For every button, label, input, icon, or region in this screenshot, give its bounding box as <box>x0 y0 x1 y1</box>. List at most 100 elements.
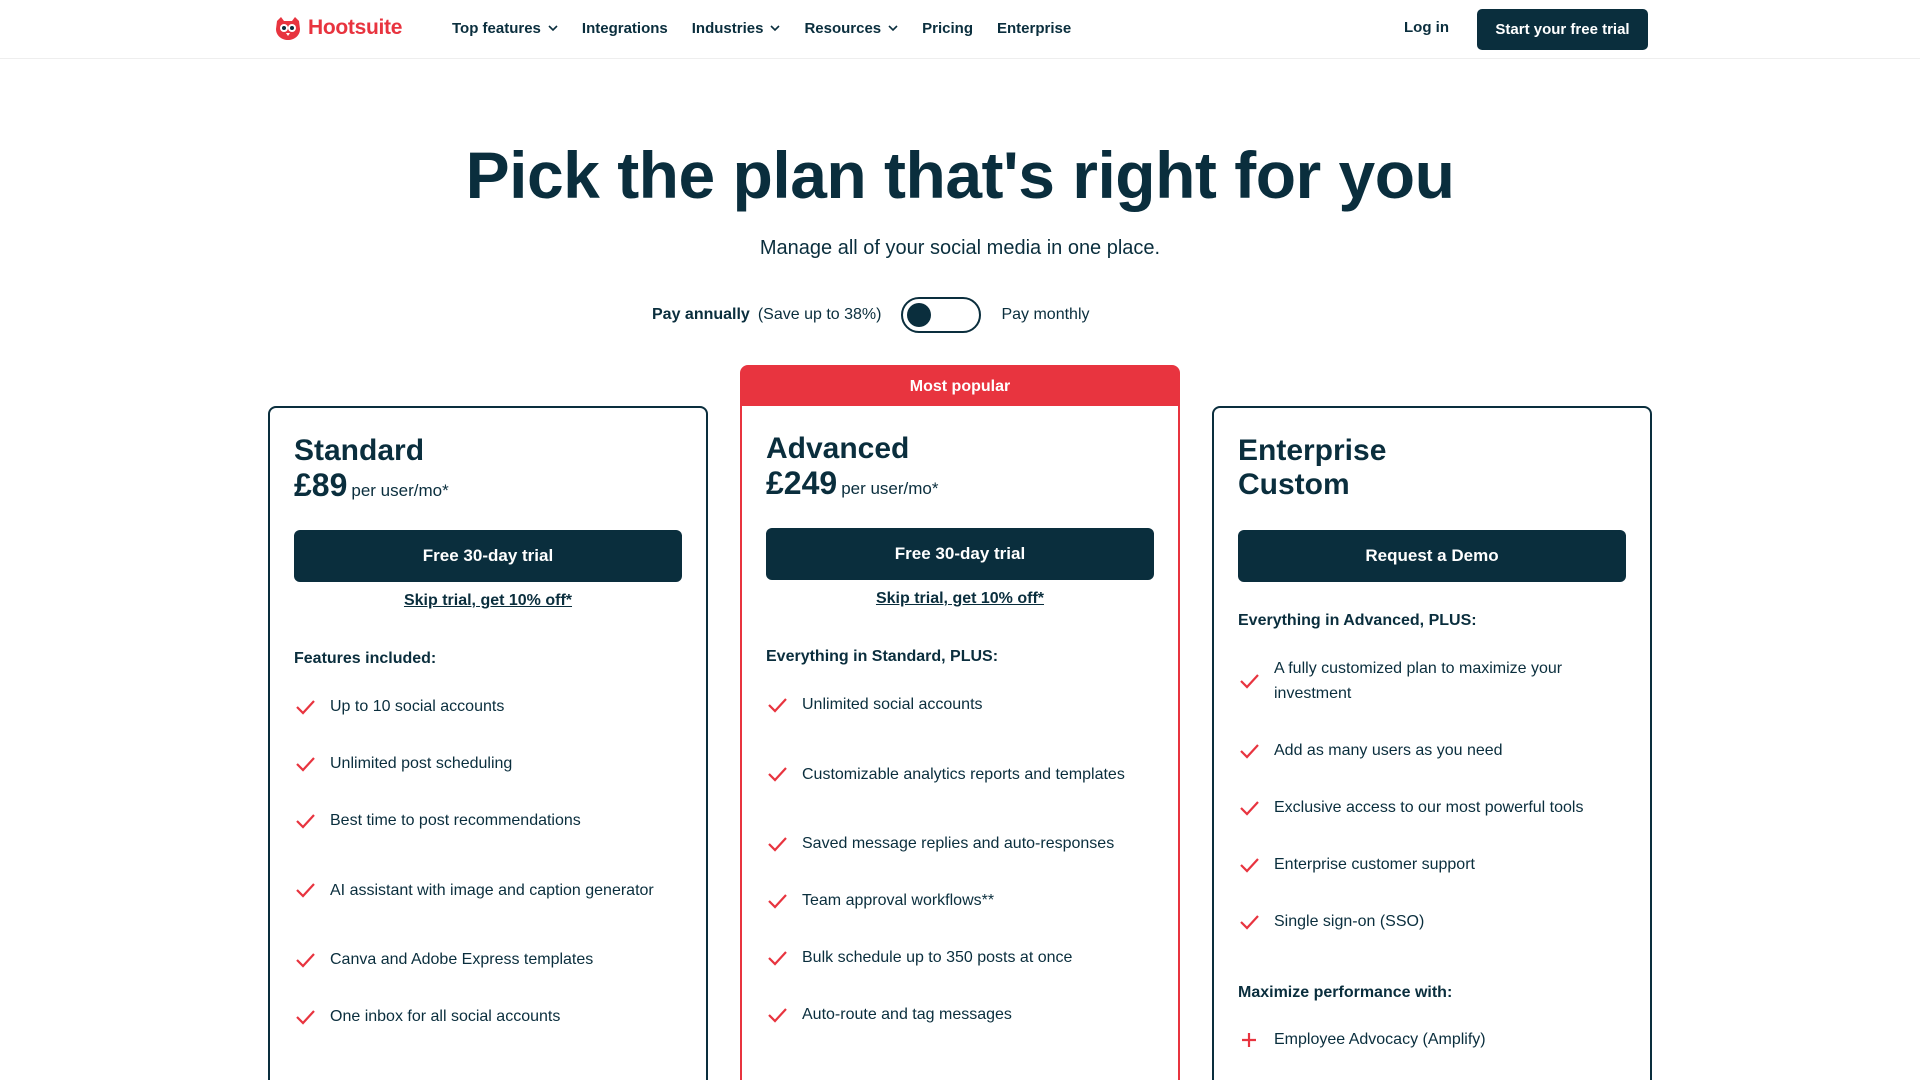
list-item: Bulk schedule up to 350 posts at once <box>766 945 1158 970</box>
addon-text: Employee Advocacy (Amplify) <box>1274 1031 1486 1048</box>
billing-toggle-row: Pay annually (Save up to 38%) Pay monthl… <box>652 297 1090 333</box>
plan-name: Enterprise <box>1238 434 1387 467</box>
features-heading: Features included: <box>294 650 437 667</box>
check-icon <box>1240 743 1259 759</box>
feature-text: Add as many users as you need <box>1274 742 1503 759</box>
free-trial-button[interactable]: Free 30-day trial <box>294 530 682 582</box>
skip-trial-link[interactable]: Skip trial, get 10% off* <box>270 592 706 610</box>
list-item: Add as many users as you need <box>1238 738 1630 763</box>
pay-annually-label[interactable]: Pay annually <box>652 306 750 324</box>
plan-name: Standard <box>294 434 425 467</box>
list-item: Single sign-on (SSO) <box>1238 909 1630 934</box>
check-icon <box>1240 857 1259 873</box>
check-icon <box>1240 914 1259 930</box>
owl-logo-icon <box>276 17 300 40</box>
feature-text: Exclusive access to our most powerful to… <box>1274 799 1584 816</box>
check-icon <box>1240 674 1259 689</box>
price-row: £89 per user/mo* <box>294 468 682 502</box>
page-subtitle: Manage all of your social media in one p… <box>759 237 1161 259</box>
feature-text: Unlimited post scheduling <box>330 755 513 772</box>
check-icon <box>768 767 787 782</box>
list-item: Customizable analytics reports and templ… <box>766 749 1158 799</box>
feature-text: Auto-route and tag messages <box>802 1006 1012 1023</box>
plan-card-standard: Standard £89 per user/mo* Free 30-day tr… <box>268 406 708 1080</box>
check-icon <box>768 836 787 852</box>
addon-list: Employee Advocacy (Amplify) <box>1238 1027 1630 1052</box>
features-heading: Everything in Standard, PLUS: <box>766 648 999 665</box>
feature-text: Canva and Adobe Express templates <box>330 951 594 968</box>
plus-icon <box>1242 1032 1256 1047</box>
nav-enterprise[interactable]: Enterprise <box>997 18 1071 38</box>
list-item: One inbox for all social accounts <box>294 1004 686 1029</box>
skip-trial-link[interactable]: Skip trial, get 10% off* <box>742 590 1178 608</box>
savings-note: (Save up to 38%) <box>757 306 882 323</box>
logo-wordmark: Hootsuite <box>308 16 403 39</box>
price-row: £249 per user/mo* <box>766 466 1154 500</box>
hootsuite-logo[interactable]: Hootsuite <box>274 13 402 43</box>
feature-list: Up to 10 social accounts Unlimited post … <box>294 694 686 1029</box>
check-icon <box>768 1007 787 1023</box>
chevron-down-icon <box>548 25 558 32</box>
check-icon <box>768 950 787 966</box>
nav-industries[interactable]: Industries <box>692 18 781 38</box>
page-title: Pick the plan that's right for you <box>465 138 1455 212</box>
list-item: Exclusive access to our most powerful to… <box>1238 795 1630 820</box>
list-item: Team approval workflows** <box>766 888 1158 913</box>
list-item: Saved message replies and auto-responses <box>766 831 1158 856</box>
list-item: Up to 10 social accounts <box>294 694 686 719</box>
request-demo-button[interactable]: Request a Demo <box>1238 530 1626 582</box>
nav-top-features[interactable]: Top features <box>452 18 558 38</box>
features-heading: Everything in Advanced, PLUS: <box>1238 612 1477 629</box>
list-item: A fully customized plan to maximize your… <box>1238 656 1630 706</box>
list-item: Canva and Adobe Express templates <box>294 947 686 972</box>
top-nav: Hootsuite Top features Integrations Indu… <box>0 0 1920 59</box>
list-item: Best time to post recommendations <box>294 808 686 833</box>
most-popular-badge: Most popular <box>740 365 1180 408</box>
price-unit: per user/mo* <box>841 479 939 498</box>
pay-monthly-label[interactable]: Pay monthly <box>1001 306 1089 324</box>
toggle-knob <box>907 303 932 327</box>
nav-integrations[interactable]: Integrations <box>582 18 668 38</box>
feature-text: Saved message replies and auto-responses <box>802 835 1115 852</box>
price-unit: per user/mo* <box>351 481 449 500</box>
check-icon <box>296 883 315 898</box>
nav-resources-label: Resources <box>804 19 882 37</box>
plan-price-custom: Custom <box>1238 468 1350 501</box>
check-icon <box>1240 800 1259 816</box>
nav-integrations-label: Integrations <box>581 19 668 37</box>
nav-resources[interactable]: Resources <box>804 18 898 38</box>
list-item: AI assistant with image and caption gene… <box>294 865 686 915</box>
feature-text: Up to 10 social accounts <box>330 698 505 715</box>
check-icon <box>296 699 315 715</box>
feature-text: One inbox for all social accounts <box>330 1008 561 1025</box>
plan-card-enterprise: Enterprise Custom Request a Demo Everyth… <box>1212 406 1652 1080</box>
addons-heading: Maximize performance with: <box>1238 984 1453 1001</box>
billing-toggle[interactable] <box>901 297 982 333</box>
nav-industries-label: Industries <box>691 19 764 37</box>
feature-text: A fully customized plan to maximize your… <box>1274 660 1563 702</box>
feature-list: A fully customized plan to maximize your… <box>1238 656 1630 934</box>
list-item: Enterprise customer support <box>1238 852 1630 877</box>
feature-text: Best time to post recommendations <box>330 812 581 829</box>
list-item: Unlimited social accounts <box>766 692 1158 717</box>
feature-text: Bulk schedule up to 350 posts at once <box>802 949 1073 966</box>
nav-pricing[interactable]: Pricing <box>922 18 973 38</box>
main-nav: Top features Integrations Industries Res… <box>452 18 1095 38</box>
check-icon <box>296 952 315 968</box>
free-trial-button[interactable]: Free 30-day trial <box>766 528 1154 580</box>
start-free-trial-button[interactable]: Start your free trial <box>1477 9 1648 50</box>
list-item: Unlimited post scheduling <box>294 751 686 776</box>
login-link[interactable]: Log in <box>1404 19 1449 36</box>
chevron-down-icon <box>770 25 781 32</box>
feature-text: Unlimited social accounts <box>802 696 983 713</box>
check-icon <box>296 756 315 772</box>
check-icon <box>296 1009 315 1025</box>
check-icon <box>768 697 787 713</box>
check-icon <box>768 893 787 909</box>
list-item: Employee Advocacy (Amplify) <box>1238 1027 1630 1052</box>
plan-price: £249 <box>766 465 838 501</box>
feature-text: Customizable analytics reports and templ… <box>802 765 1125 783</box>
plan-price: £89 <box>294 467 348 503</box>
plan-name: Advanced <box>766 432 910 465</box>
feature-list: Unlimited social accounts Customizable a… <box>766 692 1158 1027</box>
